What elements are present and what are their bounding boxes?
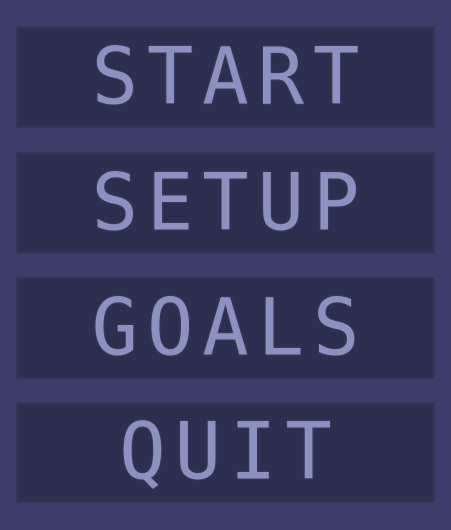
setup-button[interactable]: SETUP bbox=[16, 152, 435, 254]
goals-button[interactable]: GOALS bbox=[16, 277, 435, 379]
start-button-label: START bbox=[91, 31, 369, 123]
goals-button-label: GOALS bbox=[91, 282, 369, 374]
setup-button-label: SETUP bbox=[91, 157, 369, 249]
start-button[interactable]: START bbox=[16, 26, 435, 128]
quit-button-label: QUIT bbox=[119, 407, 341, 498]
quit-button[interactable]: QUIT bbox=[16, 402, 435, 503]
main-menu: START SETUP GOALS QUIT bbox=[0, 0, 451, 530]
